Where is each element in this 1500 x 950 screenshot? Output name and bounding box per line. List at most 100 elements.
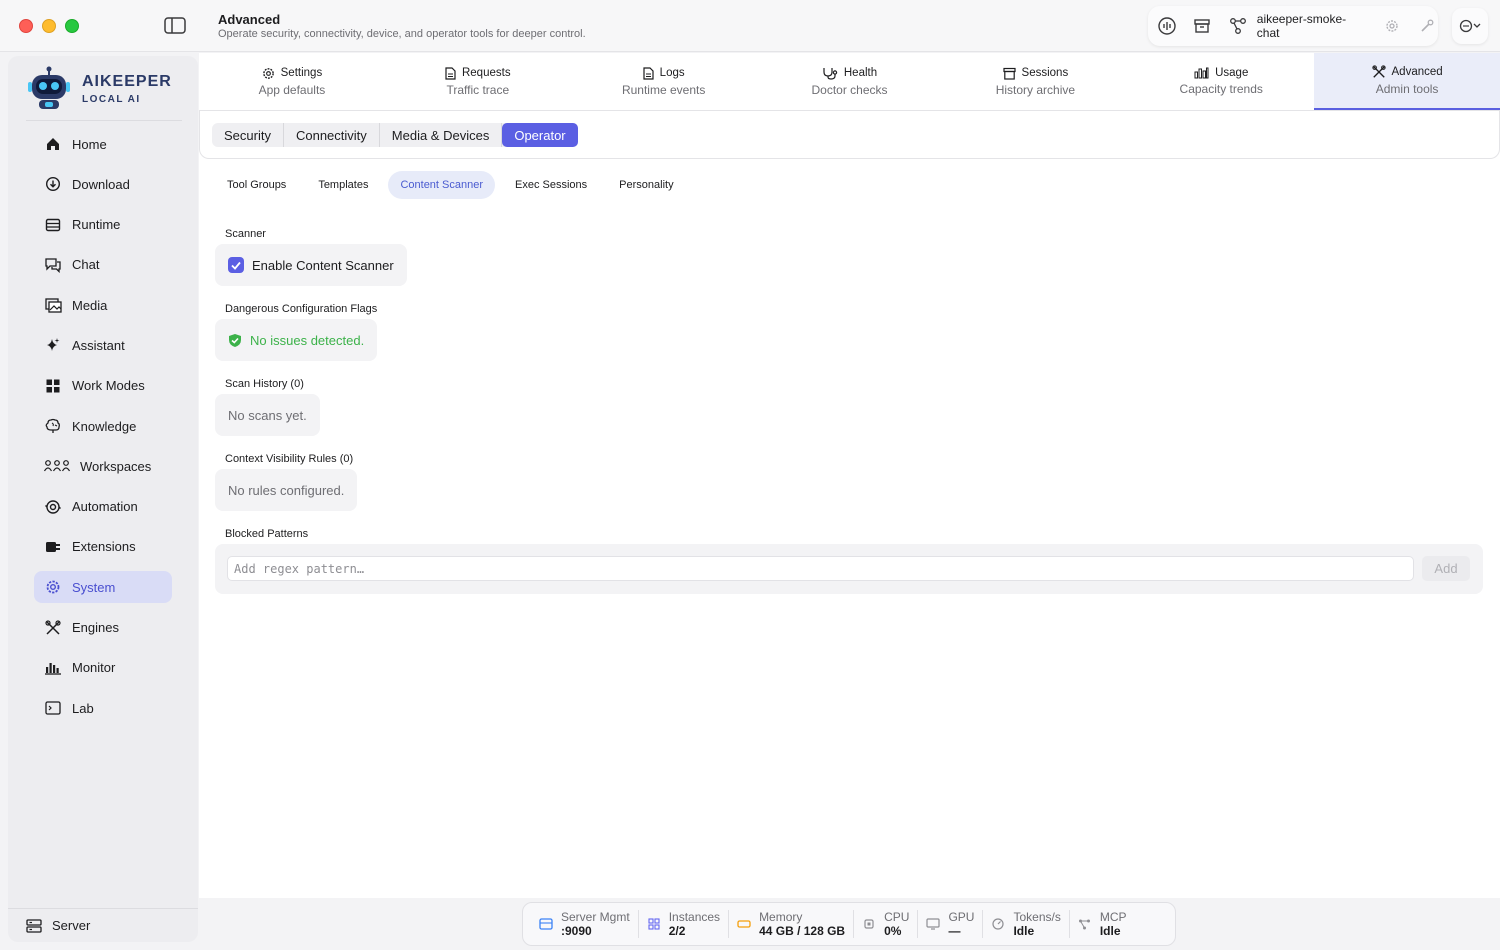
cpu-icon xyxy=(862,917,876,931)
sidebar-item-monitor[interactable]: Monitor xyxy=(34,652,172,684)
tab-logs[interactable]: Logs Runtime events xyxy=(571,53,757,110)
sidebar-toggle-icon[interactable] xyxy=(164,17,186,34)
history-label: Scan History (0) xyxy=(225,378,304,390)
enable-scanner-label[interactable]: Enable Content Scanner xyxy=(252,258,394,273)
segment-connectivity[interactable]: Connectivity xyxy=(284,123,380,147)
status-value: :9090 xyxy=(561,924,592,938)
tab-settings[interactable]: Settings App defaults xyxy=(199,53,385,110)
gear-icon[interactable] xyxy=(1381,15,1403,37)
top-toolbar: aikeeper-smoke-chat xyxy=(1148,6,1438,46)
segment-media-devices[interactable]: Media & Devices xyxy=(380,123,503,147)
scanner-label: Scanner xyxy=(225,228,266,240)
document-icon xyxy=(445,66,456,80)
visibility-empty: No rules configured. xyxy=(215,469,358,511)
tools-icon xyxy=(1371,65,1386,78)
people-icon xyxy=(44,457,70,475)
status-value: Idle xyxy=(1013,924,1035,938)
blocked-patterns-card: Add xyxy=(215,544,1483,594)
status-bar: Server Mgmt:9090 Instances 2/2 Memory 44 G… xyxy=(522,902,1176,946)
close-window-button[interactable] xyxy=(19,19,33,33)
server-label: Server xyxy=(52,918,91,933)
sidebar-item-extensions[interactable]: Extensions xyxy=(34,531,172,563)
terminal-icon xyxy=(44,699,62,717)
tab-usage[interactable]: Usage Capacity trends xyxy=(1128,53,1314,110)
audio-wave-icon[interactable] xyxy=(1156,15,1178,37)
main-content: Settings App defaults Requests Traffic t… xyxy=(199,53,1500,898)
tab-sub: App defaults xyxy=(258,82,326,97)
sidebar-item-lab[interactable]: Lab xyxy=(34,692,172,724)
bar-chart-icon xyxy=(44,659,62,677)
tab-label: Health xyxy=(843,67,878,79)
subtab-content-scanner[interactable]: Content Scanner xyxy=(388,171,496,199)
sub-tabs: Tool Groups Templates Content Scanner Ex… xyxy=(215,171,686,199)
subtab-templates[interactable]: Templates xyxy=(306,171,380,199)
sidebar-item-download[interactable]: Download xyxy=(34,168,172,200)
sidebar-item-workspaces[interactable]: Workspaces xyxy=(34,450,172,482)
status-value: 2/2 xyxy=(668,924,686,938)
segment-security[interactable]: Security xyxy=(212,123,284,147)
archive-icon[interactable] xyxy=(1192,15,1214,37)
tab-requests[interactable]: Requests Traffic trace xyxy=(385,53,571,110)
sidebar-item-label: Engines xyxy=(72,620,119,636)
tab-health[interactable]: Health Doctor checks xyxy=(757,53,943,110)
sidebar-item-label: Monitor xyxy=(72,660,116,676)
subtab-exec-sessions[interactable]: Exec Sessions xyxy=(503,171,599,199)
sidebar-item-automation[interactable]: Automation xyxy=(34,491,172,523)
segmented-control: Security Connectivity Media & Devices Op… xyxy=(212,123,578,147)
gear-icon xyxy=(44,578,62,596)
segment-bar: Security Connectivity Media & Devices Op… xyxy=(199,111,1500,159)
automation-icon xyxy=(44,498,62,516)
sidebar-item-media[interactable]: Media xyxy=(34,289,172,321)
history-empty: No scans yet. xyxy=(215,394,320,436)
wrench-icon[interactable] xyxy=(1416,15,1438,37)
sidebar-item-label: Workspaces xyxy=(80,458,152,474)
status-cpu[interactable]: CPU 0% xyxy=(854,910,919,938)
tab-label: Settings xyxy=(280,67,323,79)
sidebar-item-home[interactable]: Home xyxy=(34,128,172,160)
tab-sub: Traffic trace xyxy=(446,82,510,97)
tab-label: Logs xyxy=(659,67,685,79)
sidebar-item-label: System xyxy=(72,579,116,595)
sidebar-item-engines[interactable]: Engines xyxy=(34,612,172,644)
sidebar: AIKEEPER LOCAL AI Home Download Runtime … xyxy=(8,56,198,942)
instances-icon xyxy=(647,917,661,931)
status-instances[interactable]: Instances 2/2 xyxy=(639,910,730,938)
tab-advanced[interactable]: Advanced Admin tools xyxy=(1314,53,1500,110)
status-label: Memory xyxy=(759,910,803,924)
share-nodes-icon[interactable] xyxy=(1227,15,1249,37)
sidebar-item-knowledge[interactable]: Knowledge xyxy=(34,410,172,442)
add-pattern-button[interactable]: Add xyxy=(1422,556,1470,581)
memory-icon xyxy=(737,917,751,931)
segment-operator[interactable]: Operator xyxy=(502,123,578,147)
status-tokens[interactable]: Tokens/s Idle xyxy=(983,910,1070,938)
sidebar-item-runtime[interactable]: Runtime xyxy=(34,209,172,241)
status-mcp[interactable]: MCP Idle xyxy=(1070,910,1135,938)
server-button[interactable]: Server xyxy=(8,908,198,942)
sidebar-item-system[interactable]: System xyxy=(34,571,172,604)
sidebar-item-label: Extensions xyxy=(72,539,136,555)
sidebar-item-label: Work Modes xyxy=(72,378,145,394)
status-gpu[interactable]: GPU — xyxy=(918,910,984,938)
regex-pattern-input[interactable] xyxy=(227,556,1414,581)
sidebar-item-work-modes[interactable]: Work Modes xyxy=(34,370,172,402)
tools-icon xyxy=(44,619,62,637)
more-options-button[interactable] xyxy=(1452,8,1488,44)
tab-sessions[interactable]: Sessions History archive xyxy=(942,53,1128,110)
status-memory[interactable]: Memory 44 GB / 128 GB xyxy=(729,910,855,938)
status-value: 44 GB / 128 GB xyxy=(759,924,846,938)
server-icon xyxy=(26,918,42,933)
enable-scanner-checkbox[interactable] xyxy=(228,257,244,273)
gauge-icon xyxy=(991,917,1005,931)
media-icon xyxy=(44,296,62,314)
sidebar-item-assistant[interactable]: Assistant xyxy=(34,329,172,361)
sidebar-item-label: Runtime xyxy=(72,217,121,233)
status-server-mgmt[interactable]: Server Mgmt:9090 xyxy=(531,910,639,938)
zoom-window-button[interactable] xyxy=(65,19,79,33)
subtab-tool-groups[interactable]: Tool Groups xyxy=(215,171,298,199)
minimize-window-button[interactable] xyxy=(42,19,56,33)
chat-name[interactable]: aikeeper-smoke-chat xyxy=(1257,12,1367,40)
subtab-personality[interactable]: Personality xyxy=(607,171,685,199)
status-value: — xyxy=(948,924,961,938)
sidebar-item-chat[interactable]: Chat xyxy=(34,249,172,281)
tab-sub: Admin tools xyxy=(1375,82,1439,96)
